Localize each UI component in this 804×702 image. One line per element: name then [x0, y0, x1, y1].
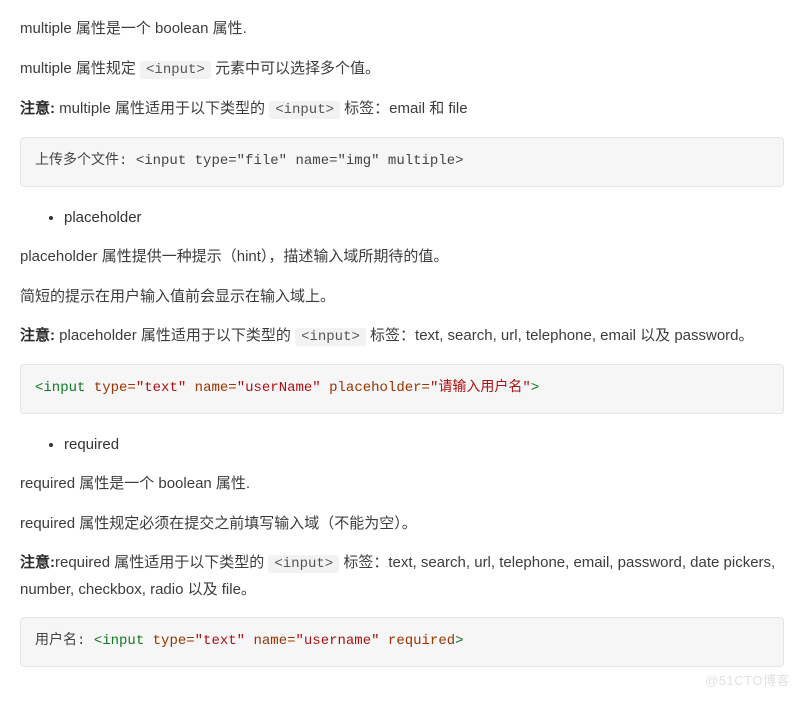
inline-code-input: <input> — [269, 101, 340, 119]
sp — [321, 380, 329, 396]
code-block-multiple: 上传多个文件: <input type="file" name="img" mu… — [20, 137, 784, 187]
paragraph-multiple-2: multiple 属性规定 <input> 元素中可以选择多个值。 — [20, 56, 784, 83]
val-placeholder: "请输入用户名" — [430, 380, 531, 396]
attr-multiple: multiple — [388, 153, 455, 169]
val-username: "username" — [296, 633, 380, 649]
paragraph-placeholder-note: 注意: placeholder 属性适用于以下类型的 <input> 标签：te… — [20, 323, 784, 350]
code-lead: 用户名: — [35, 633, 94, 649]
paragraph-placeholder-1: placeholder 属性提供一种提示（hint），描述输入域所期待的值。 — [20, 244, 784, 270]
val-text: "text" — [136, 380, 186, 396]
attr-name: name= — [253, 633, 295, 649]
bullet-list-required: required — [20, 432, 784, 458]
note-label: 注意: — [20, 554, 55, 571]
code-block-placeholder: <input type="text" name="userName" place… — [20, 364, 784, 414]
text: placeholder 属性适用于以下类型的 — [55, 327, 295, 344]
val-text: "text" — [195, 633, 245, 649]
code-block-required: 用户名: <input type="text" name="username" … — [20, 617, 784, 667]
list-item: required — [64, 432, 784, 458]
code-lead: 上传多个文件: — [35, 153, 136, 169]
paragraph-required-2: required 属性规定必须在提交之前填写输入域（不能为空）。 — [20, 511, 784, 537]
bullet-text: required — [64, 436, 119, 453]
attr-name: name= — [295, 153, 337, 169]
paragraph-required-note: 注意:required 属性适用于以下类型的 <input> 标签：text, … — [20, 550, 784, 602]
attr-type: type= — [94, 380, 136, 396]
bullet-list-placeholder: placeholder — [20, 205, 784, 231]
bullet-text: placeholder — [64, 209, 142, 226]
note-label: 注意: — [20, 100, 55, 117]
text: multiple 属性适用于以下类型的 — [55, 100, 269, 117]
attr-type: type= — [195, 153, 237, 169]
text: 标签：text, search, url, telephone, email 以… — [366, 327, 754, 344]
val-img: "img" — [338, 153, 380, 169]
attr-name: name= — [195, 380, 237, 396]
close-bracket: > — [455, 153, 463, 169]
open-bracket: < — [136, 153, 144, 169]
val-file: "file" — [237, 153, 287, 169]
sp — [186, 380, 194, 396]
paragraph-required-1: required 属性是一个 boolean 属性. — [20, 471, 784, 497]
attr-type: type= — [153, 633, 195, 649]
text: required 属性是一个 boolean 属性. — [20, 475, 250, 492]
text: required 属性规定必须在提交之前填写输入域（不能为空）。 — [20, 515, 417, 532]
watermark: @51CTO博客 — [705, 670, 790, 692]
inline-code-input: <input> — [140, 61, 211, 79]
inline-code-input: <input> — [268, 555, 339, 573]
sp — [144, 633, 152, 649]
tag-input: input — [102, 633, 144, 649]
val-username: "userName" — [237, 380, 321, 396]
text: 标签：email 和 file — [340, 100, 468, 117]
open-bracket: < — [94, 633, 102, 649]
sp — [85, 380, 93, 396]
text: 元素中可以选择多个值。 — [211, 60, 380, 77]
text: 简短的提示在用户输入值前会显示在输入域上。 — [20, 288, 335, 305]
close-bracket: > — [455, 633, 463, 649]
paragraph-multiple-1: multiple 属性是一个 boolean 属性. — [20, 16, 784, 42]
text: multiple 属性是一个 boolean 属性. — [20, 20, 247, 37]
sp — [380, 153, 388, 169]
text: required 属性适用于以下类型的 — [55, 554, 268, 571]
sp — [380, 633, 388, 649]
attr-placeholder: placeholder= — [329, 380, 430, 396]
tag-input: input — [144, 153, 186, 169]
text: placeholder 属性提供一种提示（hint），描述输入域所期待的值。 — [20, 248, 448, 265]
tag-input: input — [43, 380, 85, 396]
list-item: placeholder — [64, 205, 784, 231]
sp — [186, 153, 194, 169]
text: multiple 属性规定 — [20, 60, 140, 77]
close-bracket: > — [531, 380, 539, 396]
inline-code-input: <input> — [295, 328, 366, 346]
note-label: 注意: — [20, 327, 55, 344]
paragraph-multiple-note: 注意: multiple 属性适用于以下类型的 <input> 标签：email… — [20, 96, 784, 123]
paragraph-placeholder-2: 简短的提示在用户输入值前会显示在输入域上。 — [20, 284, 784, 310]
attr-required: required — [388, 633, 455, 649]
